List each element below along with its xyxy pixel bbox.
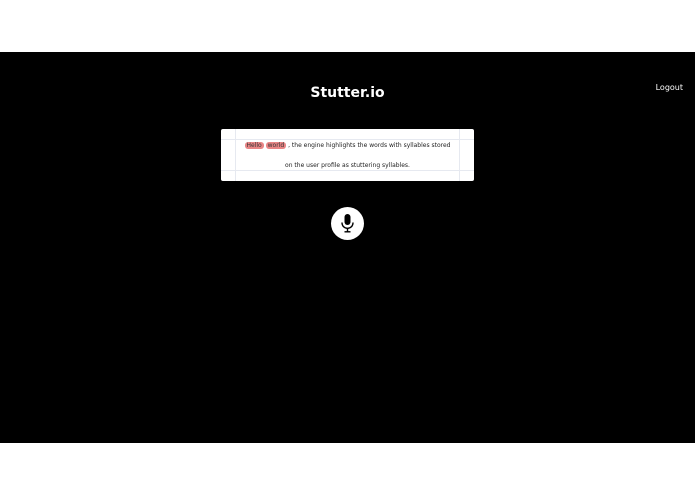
app-title: Stutter.io: [310, 85, 385, 101]
guide-line: [235, 129, 236, 181]
app-container: Stutter.io Logout Hello world , the engi…: [0, 52, 695, 443]
logout-link[interactable]: Logout: [656, 83, 683, 93]
microphone-icon: [341, 214, 354, 233]
highlighted-word: world: [265, 142, 287, 149]
microphone-button[interactable]: [331, 207, 364, 240]
transcript-card: Hello world , the engine highlights the …: [221, 129, 474, 181]
guide-line: [459, 129, 460, 181]
guide-line: [221, 139, 474, 140]
transcript-line-1: Hello world , the engine highlights the …: [221, 142, 474, 150]
transcript-line-2: on the user profile as stuttering syllab…: [285, 162, 410, 169]
highlighted-word: Hello: [244, 142, 264, 149]
transcript-text: , the engine highlights the words with s…: [288, 142, 451, 149]
guide-line: [221, 170, 474, 171]
